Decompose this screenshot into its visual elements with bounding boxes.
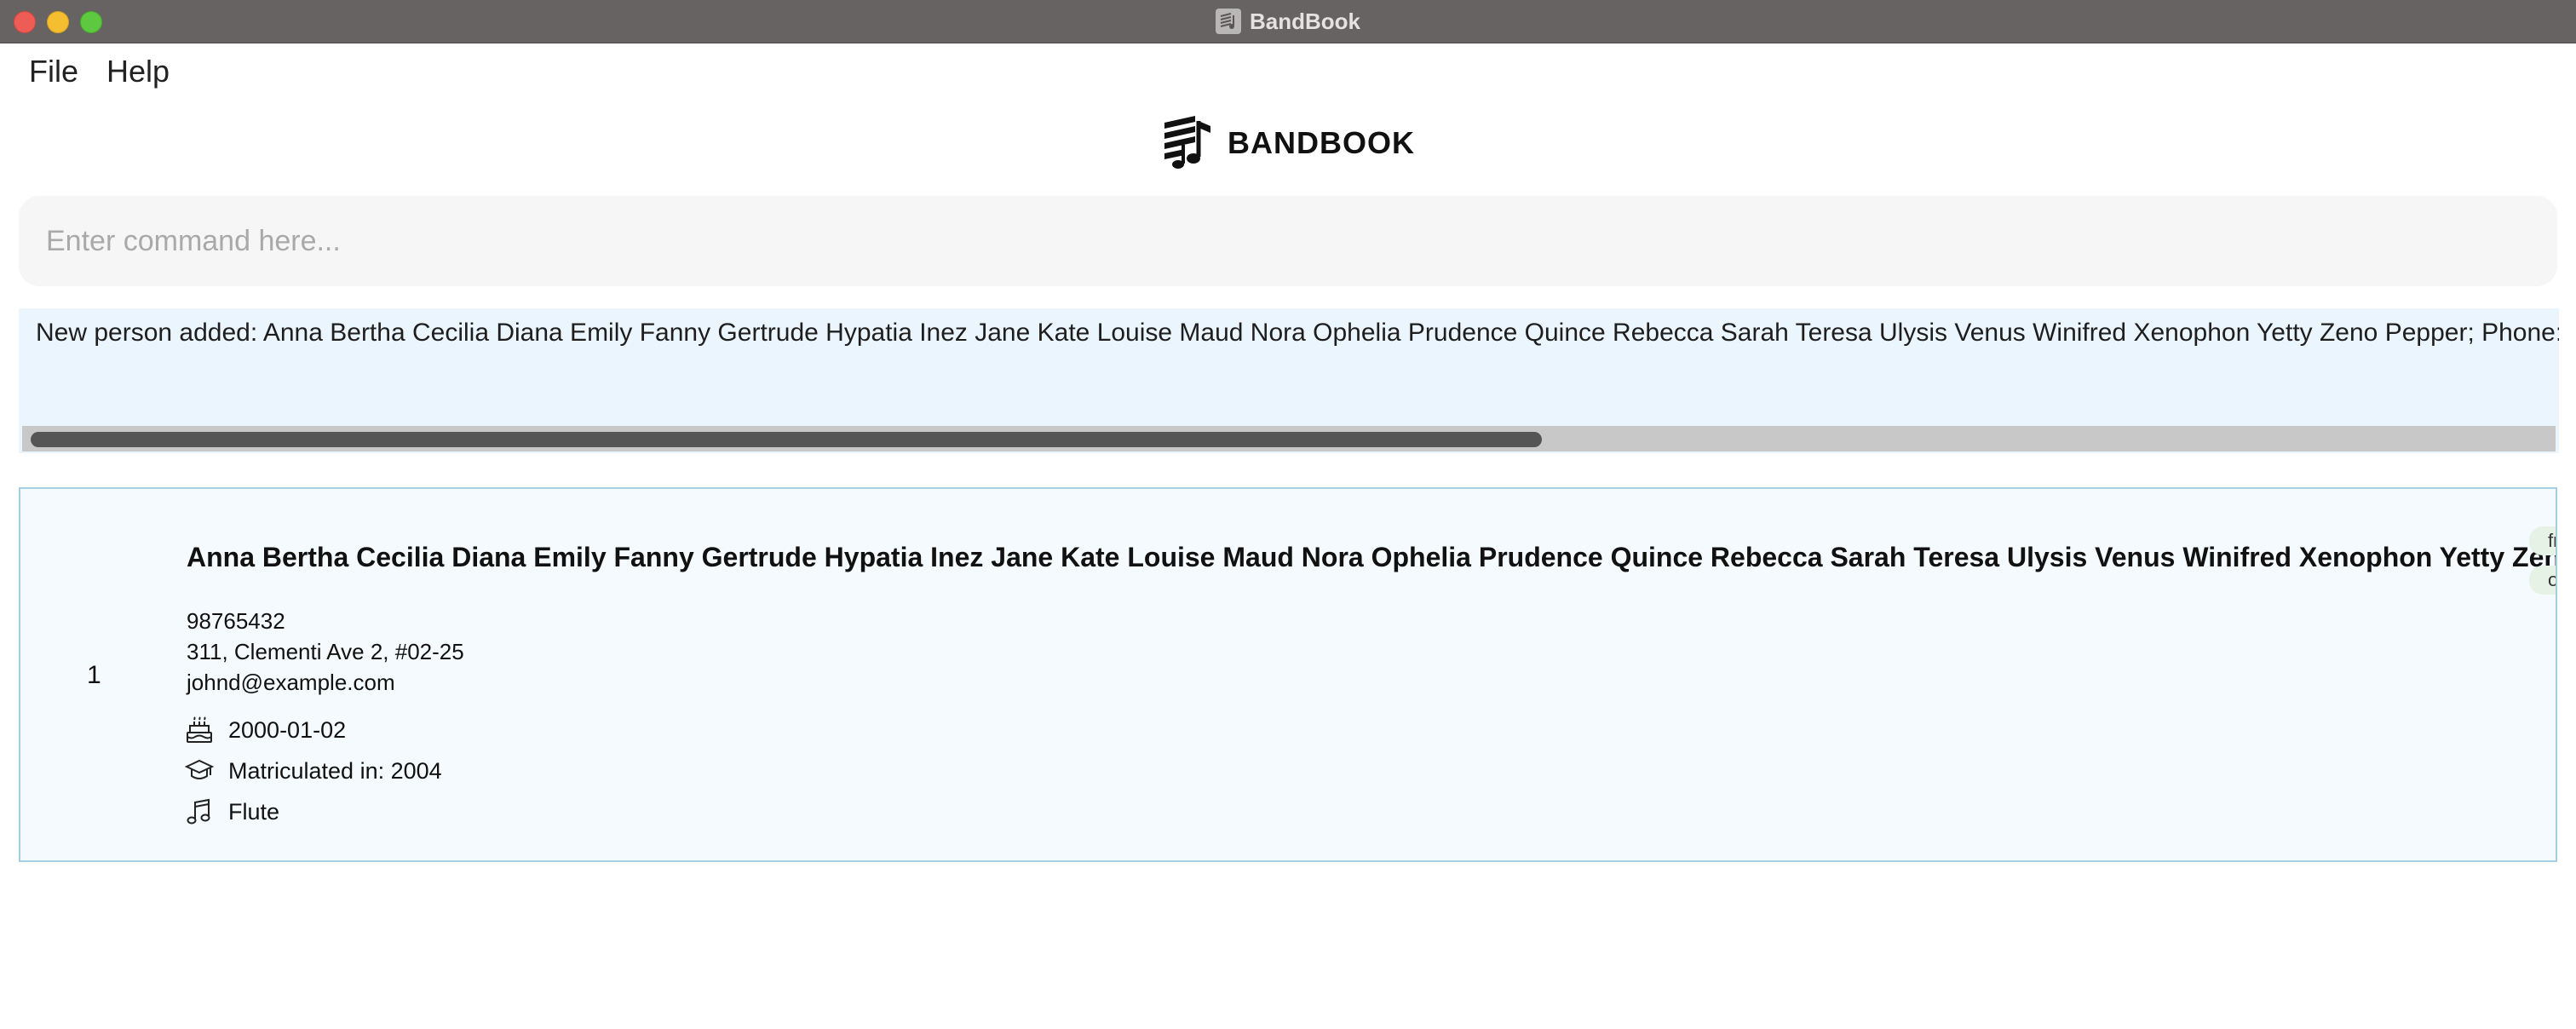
person-name: Anna Bertha Cecilia Diana Emily Fanny Ge… xyxy=(187,542,2557,572)
menu-help[interactable]: Help xyxy=(106,54,170,89)
person-address: 311, Clementi Ave 2, #02-25 xyxy=(187,639,464,664)
cake-icon xyxy=(185,716,214,744)
title-bar: BandBook xyxy=(0,0,2576,43)
menu-bar: File Help xyxy=(0,43,2576,100)
bandbook-icon xyxy=(1216,9,1241,34)
graduation-cap-icon xyxy=(184,756,215,785)
scrollbar-thumb[interactable] xyxy=(31,432,1542,447)
music-note-icon xyxy=(185,797,214,826)
logo-text: BANDBOOK xyxy=(1228,125,1415,160)
bandbook-logo-icon xyxy=(1161,114,1214,173)
window-title: BandBook xyxy=(1250,8,1360,34)
tag-chip: o xyxy=(2529,566,2556,595)
app-logo: BANDBOOK xyxy=(0,112,2576,174)
person-card[interactable]: 1 Anna Bertha Cecilia Diana Emily Fanny … xyxy=(19,487,2557,862)
result-message: New person added: Anna Bertha Cecilia Di… xyxy=(36,319,2559,347)
person-email: johnd@example.com xyxy=(187,670,395,695)
person-phone: 98765432 xyxy=(187,608,285,634)
command-input[interactable] xyxy=(19,196,2557,286)
tag-chip: fr xyxy=(2529,526,2556,555)
horizontal-scrollbar[interactable] xyxy=(22,426,2556,451)
result-display: New person added: Anna Bertha Cecilia Di… xyxy=(19,308,2559,453)
menu-file[interactable]: File xyxy=(29,54,78,89)
person-birthday: 2000-01-02 xyxy=(228,717,347,743)
person-matriculation: Matriculated in: 2004 xyxy=(228,758,442,784)
person-index: 1 xyxy=(87,661,101,689)
person-instrument: Flute xyxy=(228,799,280,825)
